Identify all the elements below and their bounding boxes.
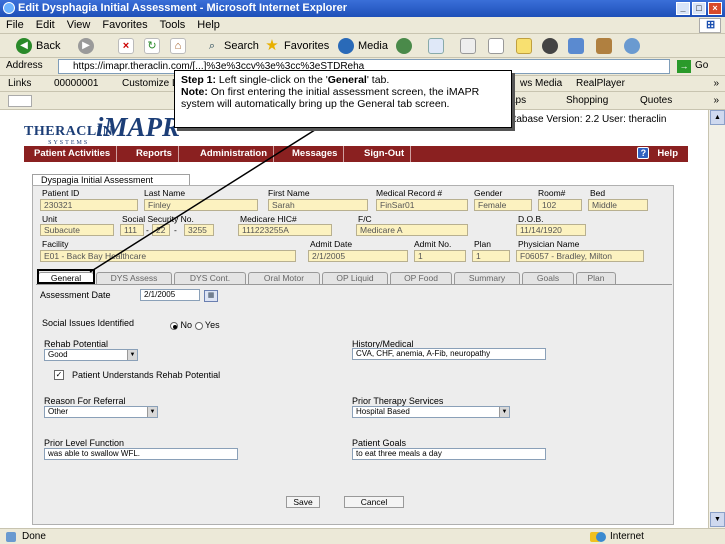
zone-text: Internet (610, 531, 644, 542)
general-tab-highlight (37, 269, 95, 284)
callout-step-text: Left single-click on the ' (216, 74, 328, 86)
callout-note-text: On first entering the initial assessment… (181, 86, 480, 110)
callout-step-end: ' tab. (366, 74, 390, 86)
callout-general-word: General (327, 74, 367, 86)
page-done-icon (6, 532, 16, 542)
status-bar: Done Internet (0, 528, 725, 544)
status-text: Done (22, 531, 46, 542)
tutorial-callout: Step 1: Left single-click on the 'Genera… (174, 70, 512, 128)
internet-globe-icon (596, 532, 606, 542)
callout-note: Note: On first entering the initial asse… (181, 86, 505, 110)
callout-step-label: Step 1: (181, 74, 217, 86)
callout-note-label: Note: (181, 86, 208, 98)
callout-step: Step 1: Left single-click on the 'Genera… (181, 74, 505, 86)
